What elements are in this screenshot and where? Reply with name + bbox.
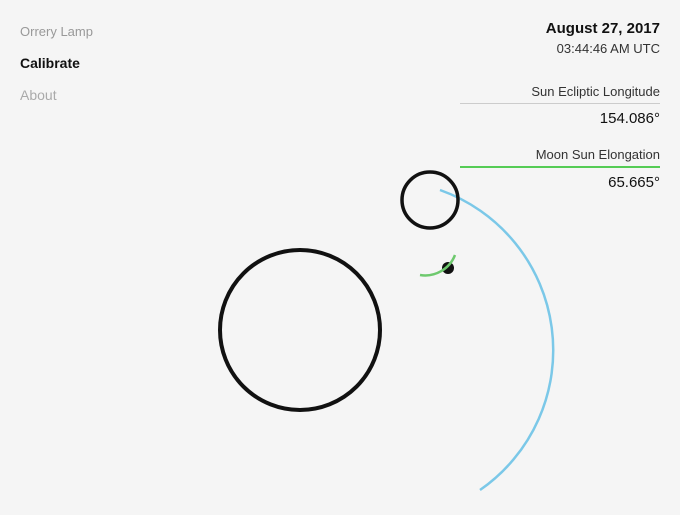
time-display: 03:44:46 AM UTC bbox=[460, 41, 660, 56]
earth-circle bbox=[220, 250, 380, 410]
moon-orbit-arc bbox=[440, 190, 553, 490]
app-title: Orrery Lamp bbox=[20, 24, 100, 39]
orrery-svg bbox=[100, 60, 560, 500]
moon-circle bbox=[402, 172, 458, 228]
nav-calibrate[interactable]: Calibrate bbox=[20, 55, 100, 71]
date-display: August 27, 2017 bbox=[460, 20, 660, 37]
nav-about[interactable]: About bbox=[20, 87, 100, 103]
orrery-diagram bbox=[100, 60, 560, 500]
